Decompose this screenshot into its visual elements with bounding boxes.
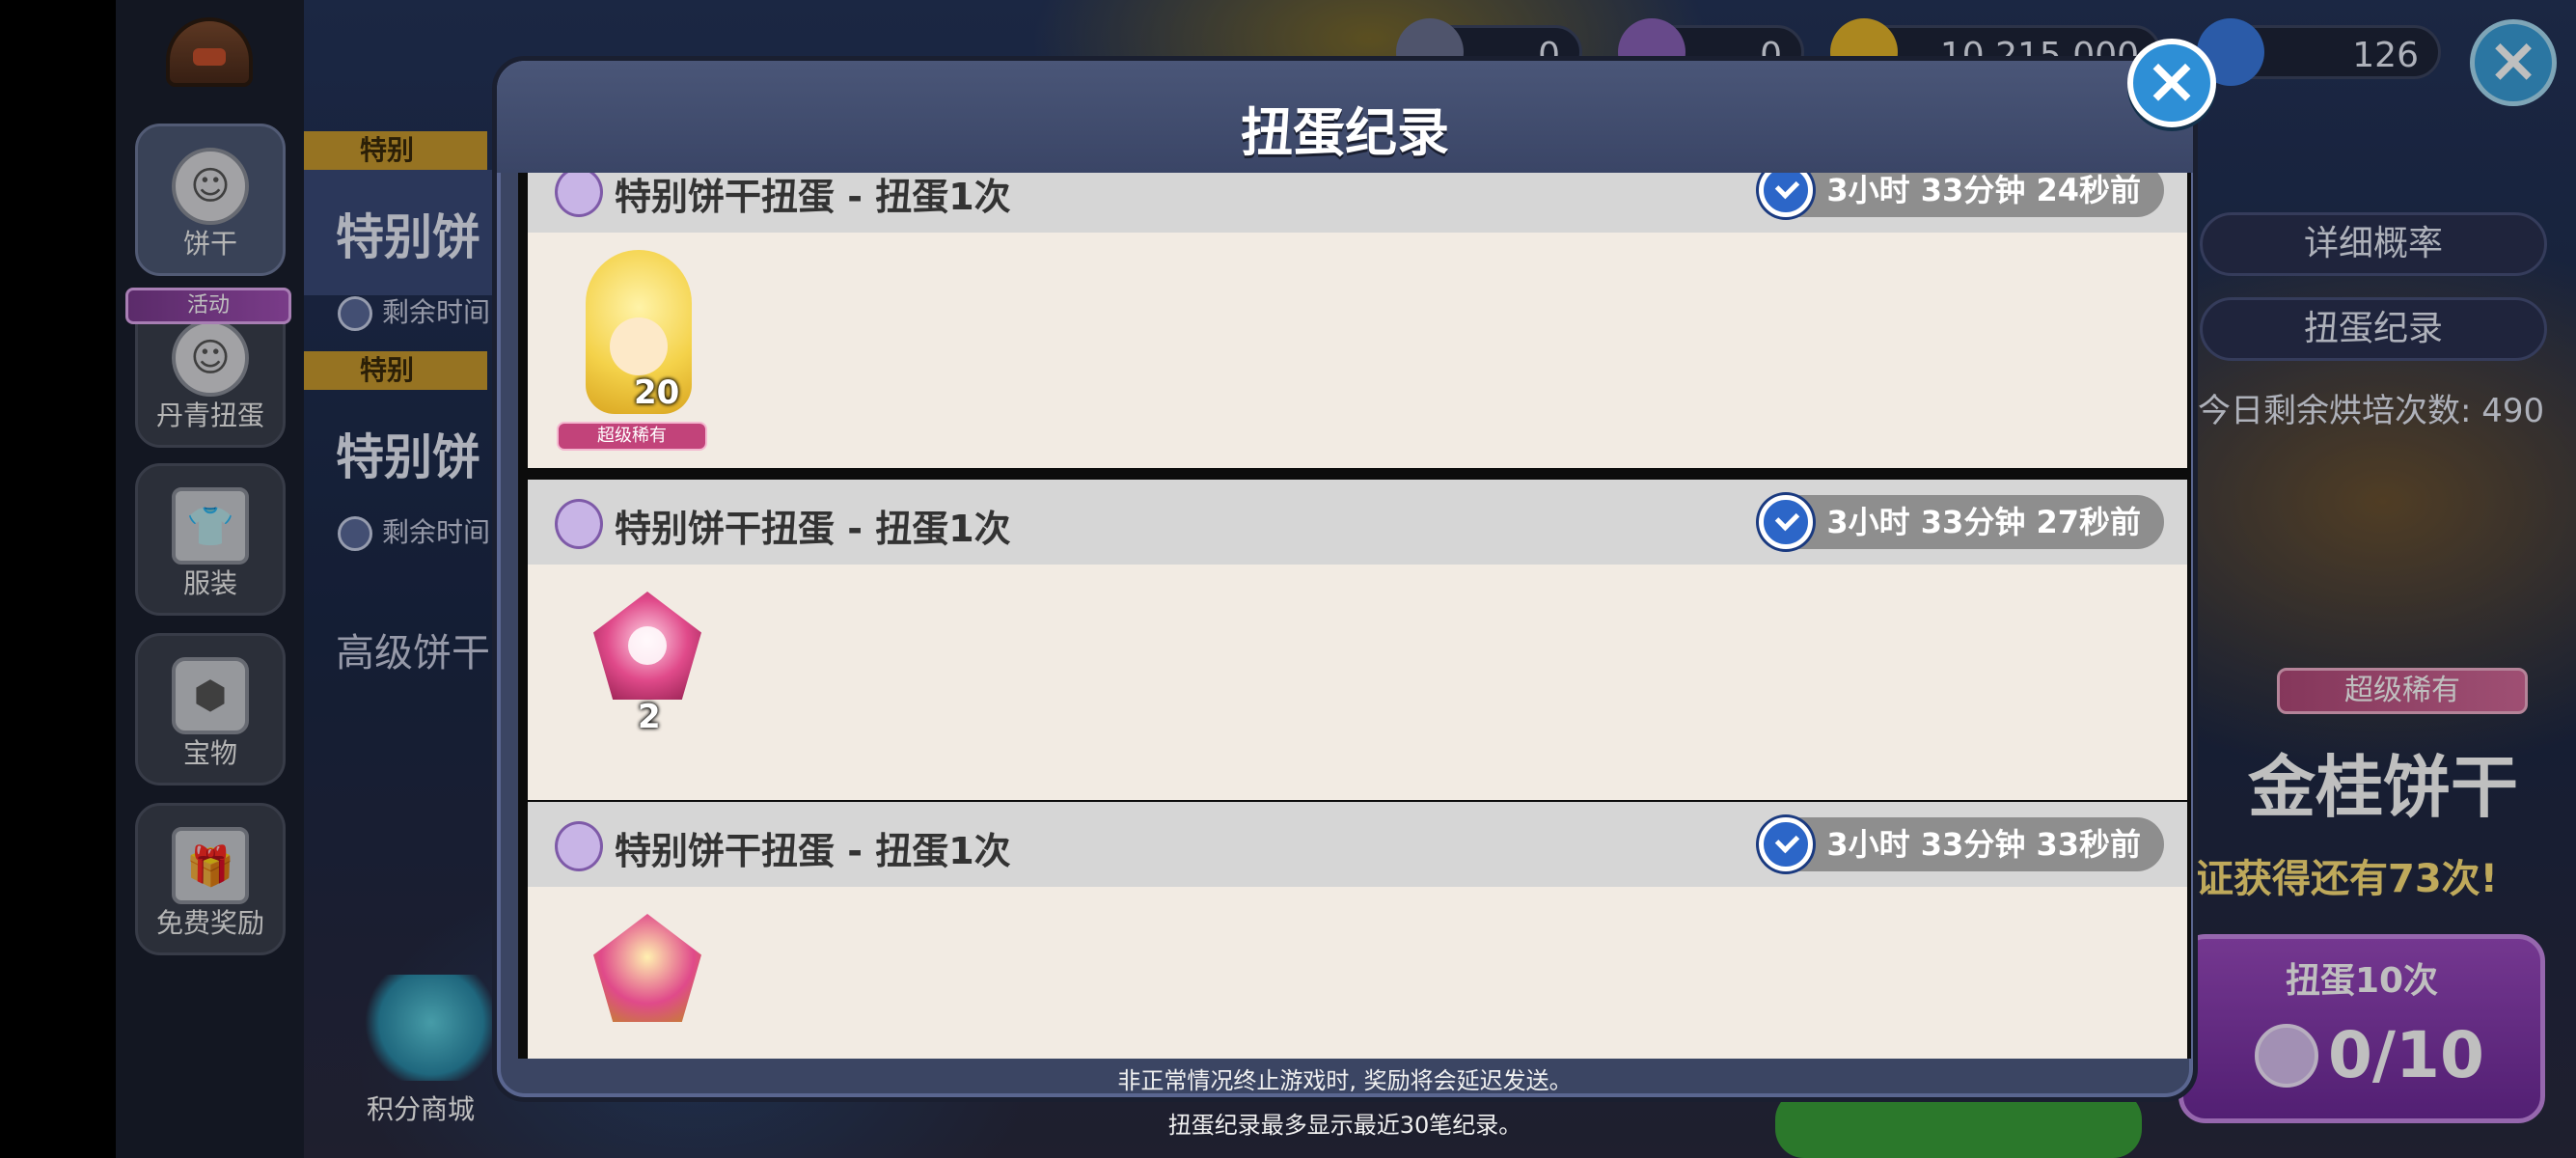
clock-icon <box>1759 173 1814 217</box>
record-title: 特别饼干扭蛋 - 扭蛋1次 <box>615 176 1011 218</box>
record-list[interactable]: 特别饼干扭蛋 - 扭蛋1次 3小时 33分钟 24秒前 20 超级稀有 特别饼干… <box>518 173 2191 1059</box>
record-limit-notice: 扭蛋纪录最多显示最近30笔纪录。 <box>1167 1112 1522 1139</box>
record-item: 特别饼干扭蛋 - 扭蛋1次 3小时 33分钟 24秒前 20 超级稀有 <box>528 173 2187 468</box>
reward-item[interactable] <box>557 908 707 1059</box>
soulstone-icon <box>593 914 701 1022</box>
reward-item[interactable]: 2 <box>557 586 707 788</box>
modal-header: 扭蛋纪录 <box>497 61 2193 173</box>
rarity-badge: 超级稀有 <box>557 422 707 451</box>
close-icon[interactable]: × <box>2127 39 2216 127</box>
modal-title: 扭蛋纪录 <box>1241 102 1449 163</box>
reward-item[interactable]: 20 超级稀有 <box>557 250 707 453</box>
record-title: 特别饼干扭蛋 - 扭蛋1次 <box>615 830 1011 872</box>
record-header: 特别饼干扭蛋 - 扭蛋1次 3小时 33分钟 27秒前 <box>528 480 2187 565</box>
clock-icon <box>1759 817 1814 871</box>
gacha-token-icon <box>555 173 603 217</box>
record-title: 特别饼干扭蛋 - 扭蛋1次 <box>615 508 1011 550</box>
delay-notice: 非正常情况终止游戏时, 奖励将会延迟发送。 <box>1117 1067 1573 1094</box>
reward-quantity: 20 <box>634 373 680 412</box>
reward-quantity: 2 <box>638 698 661 736</box>
clock-icon <box>1759 495 1814 549</box>
modal-footer: 非正常情况终止游戏时, 奖励将会延迟发送。 扭蛋纪录最多显示最近30笔纪录。 <box>497 1059 2193 1147</box>
record-item: 特别饼干扭蛋 - 扭蛋1次 3小时 33分钟 27秒前 2 <box>528 480 2187 800</box>
soulstone-shine <box>628 626 667 665</box>
record-header: 特别饼干扭蛋 - 扭蛋1次 3小时 33分钟 33秒前 <box>528 802 2187 887</box>
record-header: 特别饼干扭蛋 - 扭蛋1次 3小时 33分钟 24秒前 <box>528 173 2187 233</box>
record-item: 特别饼干扭蛋 - 扭蛋1次 3小时 33分钟 33秒前 <box>528 802 2187 1059</box>
record-time: 3小时 33分钟 33秒前 <box>1757 817 2164 871</box>
gacha-token-icon <box>555 821 603 871</box>
cookie-face-art <box>610 317 668 375</box>
record-time: 3小时 33分钟 24秒前 <box>1757 173 2164 217</box>
record-time: 3小时 33分钟 27秒前 <box>1757 495 2164 549</box>
gacha-token-icon <box>555 499 603 549</box>
gacha-record-modal: 扭蛋纪录 特别饼干扭蛋 - 扭蛋1次 3小时 33分钟 24秒前 20 超级稀有 <box>492 56 2198 1139</box>
